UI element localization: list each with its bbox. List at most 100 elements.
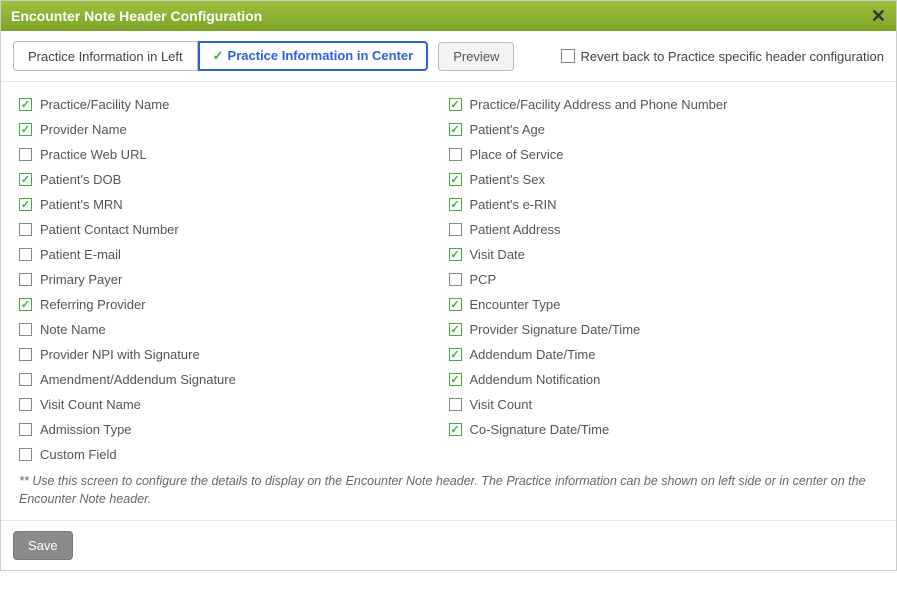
checkbox-icon [19, 223, 32, 236]
option-label: Encounter Type [470, 297, 561, 312]
option-row[interactable]: Primary Payer [19, 267, 449, 292]
preview-button[interactable]: Preview [438, 42, 514, 71]
option-row[interactable]: Patient's e-RIN [449, 192, 879, 217]
close-icon[interactable]: ✕ [871, 7, 886, 25]
option-row[interactable]: PCP [449, 267, 879, 292]
option-label: Visit Count Name [40, 397, 141, 412]
option-label: Provider Name [40, 122, 127, 137]
checkbox-icon [449, 148, 462, 161]
toolbar: Practice Information in Left ✓Practice I… [1, 31, 896, 82]
option-row[interactable]: Custom Field [19, 442, 449, 467]
option-label: Custom Field [40, 447, 117, 462]
options-column-right: Practice/Facility Address and Phone Numb… [449, 92, 879, 467]
option-label: Addendum Date/Time [470, 347, 596, 362]
checkbox-icon [449, 198, 462, 211]
checkbox-icon [19, 248, 32, 261]
option-label: Amendment/Addendum Signature [40, 372, 236, 387]
option-row[interactable]: Co-Signature Date/Time [449, 417, 879, 442]
checkbox-icon [19, 198, 32, 211]
save-button[interactable]: Save [13, 531, 73, 560]
option-row[interactable]: Provider NPI with Signature [19, 342, 449, 367]
checkbox-icon [449, 123, 462, 136]
checkbox-icon [449, 98, 462, 111]
option-row[interactable]: Provider Name [19, 117, 449, 142]
option-label: Note Name [40, 322, 106, 337]
option-label: PCP [470, 272, 497, 287]
checkbox-icon [19, 98, 32, 111]
body: Practice/Facility Name Provider Name Pract… [1, 82, 896, 520]
option-row[interactable]: Patient's MRN [19, 192, 449, 217]
checkbox-icon [19, 423, 32, 436]
option-label: Place of Service [470, 147, 564, 162]
footer: Save [1, 520, 896, 570]
revert-label: Revert back to Practice specific header … [581, 49, 885, 64]
option-row[interactable]: Practice/Facility Name [19, 92, 449, 117]
option-label: Visit Count [470, 397, 533, 412]
option-row[interactable]: Note Name [19, 317, 449, 342]
tab-group: Practice Information in Left ✓Practice I… [13, 41, 428, 71]
check-icon: ✓ [213, 48, 224, 63]
hint-text: ** Use this screen to configure the deta… [19, 473, 878, 508]
option-row[interactable]: Practice/Facility Address and Phone Numb… [449, 92, 879, 117]
checkbox-icon [19, 298, 32, 311]
option-row[interactable]: Patient Contact Number [19, 217, 449, 242]
option-label: Patient Contact Number [40, 222, 179, 237]
option-row[interactable]: Visit Date [449, 242, 879, 267]
checkbox-icon [449, 398, 462, 411]
option-label: Patient's DOB [40, 172, 121, 187]
options-column-left: Practice/Facility Name Provider Name Pract… [19, 92, 449, 467]
option-row[interactable]: Admission Type [19, 417, 449, 442]
option-label: Practice Web URL [40, 147, 147, 162]
option-label: Patient's e-RIN [470, 197, 557, 212]
dialog-title: Encounter Note Header Configuration [11, 8, 262, 24]
checkbox-icon [19, 323, 32, 336]
checkbox-icon [449, 423, 462, 436]
checkbox-icon [19, 123, 32, 136]
option-row[interactable]: Patient's Age [449, 117, 879, 142]
checkbox-icon [19, 148, 32, 161]
option-label: Referring Provider [40, 297, 146, 312]
checkbox-icon [449, 373, 462, 386]
option-row[interactable]: Addendum Date/Time [449, 342, 879, 367]
titlebar: Encounter Note Header Configuration ✕ [1, 1, 896, 31]
option-label: Addendum Notification [470, 372, 601, 387]
revert-checkbox[interactable]: Revert back to Practice specific header … [561, 49, 885, 64]
dialog: Encounter Note Header Configuration ✕ Pr… [0, 0, 897, 571]
option-label: Provider NPI with Signature [40, 347, 200, 362]
option-label: Admission Type [40, 422, 132, 437]
checkbox-icon [449, 348, 462, 361]
tab-practice-left[interactable]: Practice Information in Left [13, 41, 198, 71]
checkbox-icon [561, 49, 575, 63]
checkbox-icon [19, 348, 32, 361]
option-row[interactable]: Encounter Type [449, 292, 879, 317]
option-label: Provider Signature Date/Time [470, 322, 641, 337]
option-row[interactable]: Patient E-mail [19, 242, 449, 267]
option-row[interactable]: Referring Provider [19, 292, 449, 317]
option-label: Patient's Age [470, 122, 545, 137]
checkbox-icon [449, 173, 462, 186]
checkbox-icon [449, 323, 462, 336]
tab-practice-center[interactable]: ✓Practice Information in Center [198, 41, 429, 71]
option-row[interactable]: Practice Web URL [19, 142, 449, 167]
option-row[interactable]: Patient's DOB [19, 167, 449, 192]
checkbox-icon [19, 273, 32, 286]
option-row[interactable]: Provider Signature Date/Time [449, 317, 879, 342]
checkbox-icon [449, 298, 462, 311]
checkbox-icon [449, 223, 462, 236]
option-row[interactable]: Place of Service [449, 142, 879, 167]
checkbox-icon [19, 398, 32, 411]
option-label: Patient E-mail [40, 247, 121, 262]
option-row[interactable]: Visit Count [449, 392, 879, 417]
option-label: Patient's MRN [40, 197, 123, 212]
option-row[interactable]: Amendment/Addendum Signature [19, 367, 449, 392]
option-label: Primary Payer [40, 272, 122, 287]
option-row[interactable]: Visit Count Name [19, 392, 449, 417]
option-label: Patient's Sex [470, 172, 545, 187]
checkbox-icon [449, 248, 462, 261]
checkbox-icon [19, 173, 32, 186]
option-row[interactable]: Addendum Notification [449, 367, 879, 392]
option-label: Visit Date [470, 247, 525, 262]
option-row[interactable]: Patient Address [449, 217, 879, 242]
option-row[interactable]: Patient's Sex [449, 167, 879, 192]
option-label: Practice/Facility Name [40, 97, 169, 112]
